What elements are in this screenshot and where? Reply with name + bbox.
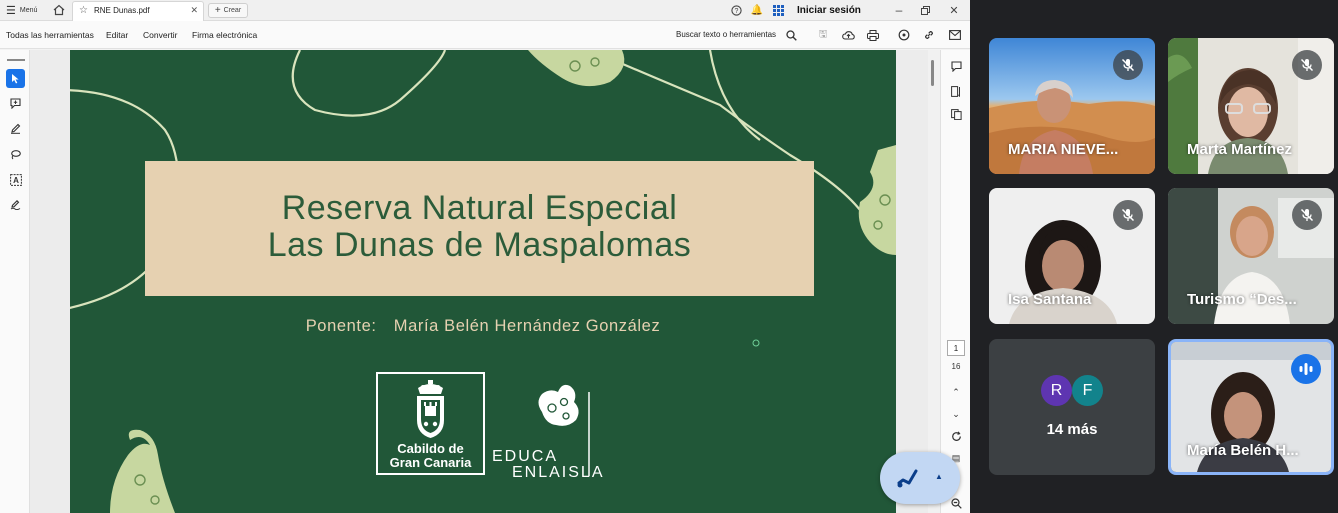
title-box: Reserva Natural Especial Las Dunas de Ma…: [145, 161, 814, 296]
muted-mic-icon: [1113, 200, 1143, 230]
menu-convert[interactable]: Convertir: [143, 21, 177, 48]
participant-name: MARIA NIEVE...: [1008, 141, 1119, 158]
speaker-line: Ponente: María Belén Hernández González: [70, 317, 896, 336]
speaking-indicator-icon: [1291, 354, 1321, 384]
home-icon[interactable]: [51, 2, 67, 18]
crest-icon: [417, 380, 444, 438]
create-label: Crear: [223, 7, 242, 14]
save-icon[interactable]: 🖫: [815, 27, 831, 43]
hamburger-icon: ☰: [6, 5, 16, 17]
avatar: R: [1041, 375, 1072, 406]
page-number-input[interactable]: 1: [947, 340, 965, 356]
star-icon[interactable]: ☆: [79, 5, 88, 16]
participant-tile[interactable]: Marta Martínez: [1168, 38, 1334, 174]
avatar: F: [1072, 375, 1103, 406]
menu-e-signature[interactable]: Firma electrónica: [192, 21, 257, 48]
tools-divider: [7, 59, 25, 61]
vertical-scrollbar[interactable]: [928, 50, 940, 513]
mail-icon[interactable]: [947, 27, 963, 43]
link-icon[interactable]: [921, 27, 937, 43]
active-speaker-tile[interactable]: María Belén H...: [1168, 339, 1334, 475]
title-bar: ☰ Menú ☆ RNE Dunas.pdf ✕ + Crear ? 🔔 Ini…: [0, 0, 970, 21]
ai-assistant-icon[interactable]: [896, 27, 912, 43]
cabildo-logo: Cabildo de Gran Canaria: [376, 372, 485, 475]
cabildo-name-line1: Cabildo de: [397, 441, 464, 456]
maximize-icon[interactable]: [917, 2, 933, 18]
speaker-label: Ponente:: [305, 317, 377, 335]
slide-title-line1: Reserva Natural Especial: [281, 189, 678, 227]
text-box-tool-icon[interactable]: A: [6, 170, 25, 189]
muted-mic-icon: [1292, 200, 1322, 230]
participant-tile[interactable]: Turismo “Des...: [1168, 188, 1334, 324]
acrobat-window: ☰ Menú ☆ RNE Dunas.pdf ✕ + Crear ? 🔔 Ini…: [0, 0, 970, 513]
search-icon[interactable]: [783, 27, 799, 43]
tab-title: RNE Dunas.pdf: [94, 6, 150, 15]
menu-button[interactable]: ☰ Menú: [6, 0, 37, 21]
help-icon[interactable]: ?: [728, 2, 744, 18]
participant-name: Marta Martínez: [1187, 141, 1293, 158]
floating-action-button[interactable]: ▲: [880, 452, 960, 504]
educa-line2: ENLAISLA: [512, 464, 605, 481]
fab-dropdown-icon[interactable]: ▲: [935, 472, 943, 481]
participant-tile[interactable]: MARIA NIEVE...: [989, 38, 1155, 174]
participant-name: María Belén H...: [1187, 442, 1299, 459]
upload-cloud-icon[interactable]: [840, 27, 856, 43]
comment-tool-icon[interactable]: [6, 94, 25, 113]
screen: ☰ Menú ☆ RNE Dunas.pdf ✕ + Crear ? 🔔 Ini…: [0, 0, 1338, 513]
select-tool-icon[interactable]: [6, 69, 25, 88]
create-button[interactable]: + Crear: [208, 3, 248, 18]
menu-edit[interactable]: Editar: [106, 21, 128, 48]
left-tools-panel: A: [0, 50, 30, 513]
sign-in-button[interactable]: Iniciar sesión: [797, 0, 861, 21]
annotate-tool-icon: [897, 469, 918, 488]
scrollbar-thumb[interactable]: [931, 60, 934, 86]
muted-mic-icon: [1292, 50, 1322, 80]
lasso-tool-icon[interactable]: [6, 145, 25, 164]
close-window-icon[interactable]: ✕: [946, 2, 962, 18]
page-down-icon[interactable]: ⌄: [948, 406, 964, 422]
cabildo-name-line2: Gran Canaria: [389, 455, 472, 470]
minimize-icon[interactable]: –: [891, 2, 907, 18]
print-icon[interactable]: [865, 27, 881, 43]
educa-logo: EDUCA ENLAISLA: [490, 380, 602, 481]
page-total: 16: [951, 362, 961, 371]
pen-tool-icon[interactable]: [6, 119, 25, 138]
bookmarks-icon[interactable]: [948, 83, 964, 99]
comments-panel-icon[interactable]: [948, 58, 964, 74]
participant-name: Isa Santana: [1008, 291, 1092, 308]
pages-icon[interactable]: [948, 106, 964, 122]
apps-grid-icon[interactable]: [770, 2, 786, 18]
pdf-slide: Reserva Natural Especial Las Dunas de Ma…: [70, 50, 896, 513]
sign-tool-icon[interactable]: [6, 195, 25, 214]
more-participants-label: 14 más: [1046, 421, 1098, 438]
participant-tile[interactable]: Isa Santana: [989, 188, 1155, 324]
speaker-name: María Belén Hernández González: [393, 317, 661, 335]
page-up-icon[interactable]: ⌃: [948, 384, 964, 400]
right-tools-panel: 1 16 ⌃ ⌄ ▤ +: [940, 50, 970, 513]
svg-text:A: A: [13, 176, 19, 185]
others-tile[interactable]: R F 14 más: [989, 339, 1155, 475]
plus-icon: +: [214, 5, 221, 16]
participant-name: Turismo “Des...: [1187, 291, 1297, 308]
close-tab-icon[interactable]: ✕: [190, 5, 198, 16]
menu-label: Menú: [19, 7, 38, 14]
slide-title-line2: Las Dunas de Maspalomas: [267, 226, 692, 264]
cabildo-name: Cabildo de Gran Canaria: [378, 442, 483, 470]
bell-icon[interactable]: 🔔: [749, 2, 765, 18]
muted-mic-icon: [1113, 50, 1143, 80]
document-tab[interactable]: ☆ RNE Dunas.pdf ✕: [72, 1, 204, 21]
refresh-icon[interactable]: [948, 428, 964, 444]
menu-all-tools[interactable]: Todas las herramientas: [6, 21, 94, 48]
search-tools-label[interactable]: Buscar texto o herramientas: [676, 21, 776, 48]
svg-text:?: ?: [734, 8, 738, 15]
document-area[interactable]: Reserva Natural Especial Las Dunas de Ma…: [30, 50, 930, 513]
